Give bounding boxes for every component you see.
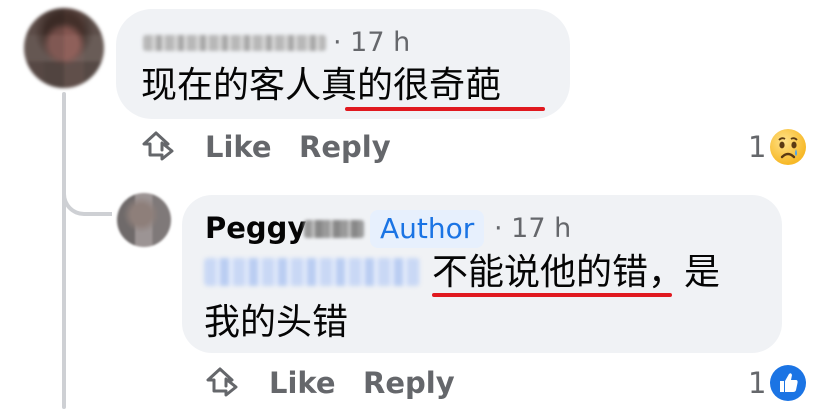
author-badge: Author bbox=[370, 210, 485, 248]
author-name[interactable]: Peggy bbox=[205, 211, 306, 245]
reply-timestamp[interactable]: · 17 h bbox=[494, 213, 571, 244]
comment-timestamp[interactable]: · 17 h bbox=[333, 27, 410, 58]
red-underline-annotation bbox=[432, 293, 672, 297]
red-underline-annotation bbox=[345, 107, 545, 111]
blurred-author-surname[interactable] bbox=[304, 220, 364, 238]
commenter-avatar[interactable] bbox=[24, 8, 104, 88]
like-thumb-icon[interactable] bbox=[770, 365, 806, 401]
thread-line bbox=[62, 92, 66, 409]
thread-connector bbox=[62, 150, 112, 216]
reaction-count[interactable]: 1 bbox=[748, 130, 766, 164]
reply-button[interactable]: Reply bbox=[363, 366, 455, 400]
blurred-commenter-name[interactable] bbox=[143, 35, 326, 51]
reply-button[interactable]: Reply bbox=[299, 130, 391, 164]
like-button[interactable]: Like bbox=[205, 130, 272, 164]
blurred-mention-tag[interactable] bbox=[204, 258, 420, 286]
author-avatar[interactable] bbox=[117, 193, 171, 247]
reply-text-line2: 我的头错 bbox=[204, 302, 349, 343]
comment-text: 现在的客人真的很奇葩 bbox=[141, 65, 502, 106]
reply-text-line1: 不能说他的错，是 bbox=[432, 252, 721, 293]
share-icon[interactable] bbox=[141, 129, 175, 163]
reaction-count[interactable]: 1 bbox=[748, 366, 766, 400]
share-icon[interactable] bbox=[205, 365, 239, 399]
sad-face-icon[interactable] bbox=[770, 129, 806, 165]
like-button[interactable]: Like bbox=[269, 366, 336, 400]
